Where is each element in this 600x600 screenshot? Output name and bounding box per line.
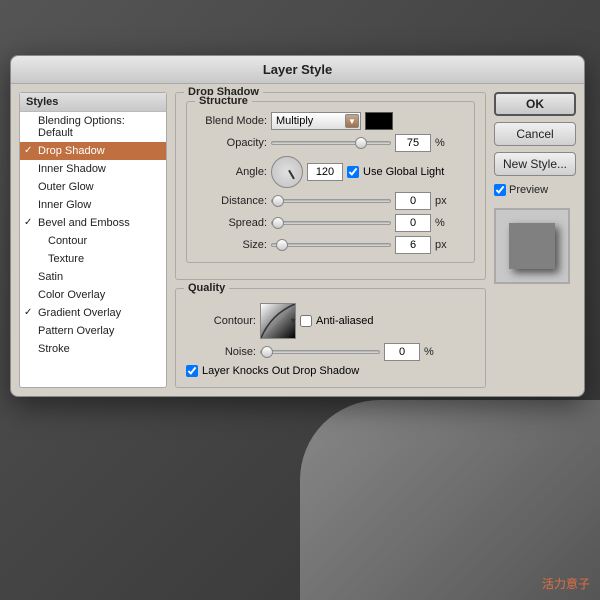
spread-unit: % bbox=[435, 217, 449, 229]
watermark: 活力意子 bbox=[542, 575, 590, 592]
noise-slider[interactable] bbox=[260, 350, 380, 354]
new-style-button[interactable]: New Style... bbox=[494, 152, 576, 176]
structure-section: Structure Blend Mode: Multiply Normal Sc… bbox=[186, 101, 475, 263]
anti-aliased-checkbox[interactable] bbox=[300, 315, 312, 327]
distance-unit: px bbox=[435, 195, 449, 207]
sidebar-item-blending-options[interactable]: Blending Options: Default bbox=[20, 112, 166, 142]
distance-slider-thumb[interactable] bbox=[272, 195, 284, 207]
opacity-label: Opacity: bbox=[197, 137, 267, 149]
drop-shadow-section: Drop Shadow Structure Blend Mode: Multip… bbox=[175, 92, 486, 280]
opacity-slider[interactable] bbox=[271, 141, 391, 145]
angle-input[interactable] bbox=[307, 163, 343, 181]
blend-mode-label: Blend Mode: bbox=[197, 115, 267, 127]
layer-style-dialog: Layer Style Styles Blending Options: Def… bbox=[10, 55, 585, 397]
sidebar-item-bevel-emboss[interactable]: Bevel and Emboss bbox=[20, 214, 166, 232]
color-swatch[interactable] bbox=[365, 112, 393, 130]
layer-knocks-checkbox[interactable] bbox=[186, 365, 198, 377]
right-buttons-panel: OK Cancel New Style... Preview bbox=[494, 92, 576, 388]
size-input[interactable] bbox=[395, 236, 431, 254]
global-light-checkbox[interactable] bbox=[347, 166, 359, 178]
quality-legend: Quality bbox=[184, 282, 229, 294]
desktop-shape bbox=[300, 400, 600, 600]
spread-input[interactable] bbox=[395, 214, 431, 232]
contour-dropdown-arrow: ▼ bbox=[289, 317, 297, 326]
sidebar-item-texture[interactable]: Texture bbox=[20, 250, 166, 268]
spread-slider[interactable] bbox=[271, 221, 391, 225]
contour-label: Contour: bbox=[186, 315, 256, 327]
opacity-input[interactable] bbox=[395, 134, 431, 152]
sidebar-item-contour[interactable]: Contour bbox=[20, 232, 166, 250]
main-content: Drop Shadow Structure Blend Mode: Multip… bbox=[175, 92, 486, 388]
noise-input[interactable] bbox=[384, 343, 420, 361]
sidebar-item-outer-glow[interactable]: Outer Glow bbox=[20, 178, 166, 196]
styles-panel-header: Styles bbox=[20, 93, 166, 112]
quality-section: Quality Contour: ▼ bbox=[175, 288, 486, 388]
contour-swatch-wrapper[interactable]: ▼ bbox=[260, 303, 296, 339]
noise-slider-thumb[interactable] bbox=[261, 346, 273, 358]
size-slider-thumb[interactable] bbox=[276, 239, 288, 251]
opacity-unit: % bbox=[435, 137, 449, 149]
distance-label: Distance: bbox=[197, 195, 267, 207]
spread-slider-thumb[interactable] bbox=[272, 217, 284, 229]
anti-aliased-row: Anti-aliased bbox=[300, 315, 373, 327]
opacity-slider-thumb[interactable] bbox=[355, 137, 367, 149]
preview-checkbox[interactable] bbox=[494, 184, 506, 196]
sidebar-item-pattern-overlay[interactable]: Pattern Overlay bbox=[20, 322, 166, 340]
distance-slider[interactable] bbox=[271, 199, 391, 203]
cancel-button[interactable]: Cancel bbox=[494, 122, 576, 146]
size-slider[interactable] bbox=[271, 243, 391, 247]
blend-mode-select[interactable]: Multiply Normal Screen Overlay bbox=[271, 112, 361, 130]
preview-label: Preview bbox=[509, 184, 548, 196]
preview-box bbox=[494, 208, 570, 284]
angle-label: Angle: bbox=[197, 166, 267, 178]
sidebar-item-inner-shadow[interactable]: Inner Shadow bbox=[20, 160, 166, 178]
anti-aliased-label: Anti-aliased bbox=[316, 315, 373, 327]
sidebar-item-drop-shadow[interactable]: Drop Shadow bbox=[20, 142, 166, 160]
preview-label-row: Preview bbox=[494, 184, 576, 196]
layer-knocks-label: Layer Knocks Out Drop Shadow bbox=[202, 365, 359, 377]
size-label: Size: bbox=[197, 239, 267, 251]
ok-button[interactable]: OK bbox=[494, 92, 576, 116]
global-light-row: Use Global Light bbox=[347, 166, 444, 178]
noise-label: Noise: bbox=[186, 346, 256, 358]
size-unit: px bbox=[435, 239, 449, 251]
distance-input[interactable] bbox=[395, 192, 431, 210]
global-light-label: Use Global Light bbox=[363, 166, 444, 178]
noise-unit: % bbox=[424, 346, 438, 358]
angle-dial[interactable] bbox=[271, 156, 303, 188]
styles-panel: Styles Blending Options: Default Drop Sh… bbox=[19, 92, 167, 388]
structure-legend: Structure bbox=[195, 95, 252, 107]
spread-label: Spread: bbox=[197, 217, 267, 229]
dialog-title: Layer Style bbox=[11, 56, 584, 84]
sidebar-item-color-overlay[interactable]: Color Overlay bbox=[20, 286, 166, 304]
sidebar-item-gradient-overlay[interactable]: Gradient Overlay bbox=[20, 304, 166, 322]
preview-inner-square bbox=[509, 223, 555, 269]
sidebar-item-satin[interactable]: Satin bbox=[20, 268, 166, 286]
blend-mode-select-wrapper[interactable]: Multiply Normal Screen Overlay ▼ bbox=[271, 112, 361, 130]
layer-knocks-row: Layer Knocks Out Drop Shadow bbox=[186, 365, 359, 377]
sidebar-item-stroke[interactable]: Stroke bbox=[20, 340, 166, 358]
sidebar-item-inner-glow[interactable]: Inner Glow bbox=[20, 196, 166, 214]
